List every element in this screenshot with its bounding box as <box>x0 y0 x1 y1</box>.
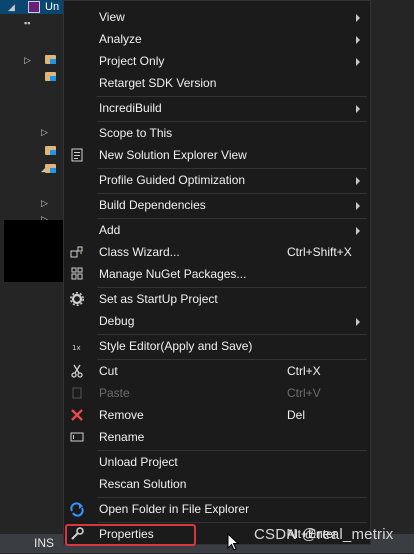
menu-item-label: Class Wizard... <box>99 245 180 259</box>
menu-item-incredibuild[interactable]: IncrediBuild <box>64 97 370 119</box>
context-menu: View Analyze Project Only Retarget SDK V… <box>63 0 371 545</box>
menu-item-build-dependencies[interactable]: Build Dependencies <box>64 194 370 216</box>
menu-item-label: New Solution Explorer View <box>99 148 247 162</box>
menu-item-label: Profile Guided Optimization <box>99 173 246 187</box>
submenu-arrow-icon <box>356 14 360 22</box>
folder-icon <box>45 146 56 155</box>
menu-item-label: Open Folder in File Explorer <box>99 502 250 516</box>
menu-item-label: IncrediBuild <box>99 101 162 115</box>
style-editor-icon: 1x <box>69 338 85 354</box>
menu-item-label: Scope to This <box>99 126 173 140</box>
folder-icon <box>45 164 56 173</box>
rename-icon <box>69 429 85 445</box>
folder-icon <box>45 72 56 81</box>
menu-item-paste[interactable]: Paste Ctrl+V <box>64 382 370 404</box>
menu-item-label: Cut <box>99 364 118 378</box>
menu-item-label: Add <box>99 223 121 237</box>
watermark-text: CSDN @real_metrix <box>254 526 394 543</box>
paste-icon <box>69 385 85 401</box>
menu-item-label: View <box>99 10 125 24</box>
menu-item-label: Set as StartUp Project <box>99 292 218 306</box>
menu-item-label: Rename <box>99 430 145 444</box>
menu-item-view[interactable]: View <box>64 6 370 28</box>
submenu-arrow-icon <box>356 227 360 235</box>
properties-highlight-box <box>65 524 196 546</box>
project-icon <box>28 1 40 13</box>
submenu-arrow-icon <box>356 318 360 326</box>
menu-item-set-startup-project[interactable]: Set as StartUp Project <box>64 288 370 310</box>
class-wizard-icon <box>69 244 85 260</box>
submenu-arrow-icon <box>356 36 360 44</box>
menu-item-debug[interactable]: Debug <box>64 310 370 332</box>
expand-arrow-icon[interactable]: ◢ <box>8 2 15 12</box>
menu-item-rename[interactable]: Rename <box>64 426 370 448</box>
black-overlay-block <box>4 220 64 282</box>
collapsed-arrow-icon[interactable]: ▷ <box>41 198 48 208</box>
svg-text:1x: 1x <box>72 344 81 352</box>
submenu-arrow-icon <box>356 202 360 210</box>
menu-item-rescan-solution[interactable]: Rescan Solution <box>64 473 370 495</box>
menu-item-style-editor[interactable]: 1x Style Editor(Apply and Save) <box>64 335 370 357</box>
menu-item-label: Debug <box>99 314 135 328</box>
insert-mode-indicator: INS <box>34 536 55 550</box>
selected-project-name: Un <box>45 1 60 13</box>
menu-item-shortcut: Ctrl+Shift+X <box>287 245 352 259</box>
menu-item-label: Paste <box>99 386 130 400</box>
collapsed-arrow-icon[interactable]: ▷ <box>24 55 31 65</box>
folder-icon <box>45 55 56 64</box>
menu-item-shortcut: Del <box>287 408 306 422</box>
mouse-cursor-icon <box>227 532 240 554</box>
menu-item-scope-to-this[interactable]: Scope to This <box>64 122 370 144</box>
solution-explorer-view-icon <box>69 147 85 163</box>
submenu-arrow-icon <box>356 105 360 113</box>
menu-item-project-only[interactable]: Project Only <box>64 50 370 72</box>
menu-item-retarget-sdk[interactable]: Retarget SDK Version <box>64 72 370 94</box>
menu-item-open-folder[interactable]: Open Folder in File Explorer <box>64 498 370 520</box>
menu-item-label: Project Only <box>99 54 165 68</box>
menu-item-shortcut: Ctrl+X <box>287 364 321 378</box>
scissors-icon <box>69 363 85 379</box>
menu-item-label: Style Editor(Apply and Save) <box>99 339 253 353</box>
tree-node-icon: ▪▪ <box>24 18 31 28</box>
menu-item-new-solution-explorer-view[interactable]: New Solution Explorer View <box>64 144 370 166</box>
submenu-arrow-icon <box>356 58 360 66</box>
menu-item-label: Analyze <box>99 32 142 46</box>
menu-item-add[interactable]: Add <box>64 219 370 241</box>
menu-item-class-wizard[interactable]: Class Wizard... Ctrl+Shift+X <box>64 241 370 263</box>
menu-item-label: Unload Project <box>99 455 178 469</box>
gear-icon <box>69 291 85 307</box>
menu-item-label: Remove <box>99 408 144 422</box>
menu-item-label: Manage NuGet Packages... <box>99 267 247 281</box>
menu-item-analyze[interactable]: Analyze <box>64 28 370 50</box>
menu-item-label: Rescan Solution <box>99 477 187 491</box>
remove-x-icon <box>69 407 85 423</box>
menu-item-remove[interactable]: Remove Del <box>64 404 370 426</box>
menu-item-shortcut: Ctrl+V <box>287 386 321 400</box>
menu-item-label: Build Dependencies <box>99 198 206 212</box>
collapsed-arrow-icon[interactable]: ▷ <box>41 127 48 137</box>
refresh-arrow-icon <box>69 501 85 517</box>
menu-item-manage-nuget[interactable]: Manage NuGet Packages... <box>64 263 370 285</box>
menu-item-profile-guided-optimization[interactable]: Profile Guided Optimization <box>64 169 370 191</box>
menu-item-label: Retarget SDK Version <box>99 76 217 90</box>
menu-item-cut[interactable]: Cut Ctrl+X <box>64 360 370 382</box>
submenu-arrow-icon <box>356 177 360 185</box>
menu-item-unload-project[interactable]: Unload Project <box>64 451 370 473</box>
nuget-icon <box>69 266 85 282</box>
